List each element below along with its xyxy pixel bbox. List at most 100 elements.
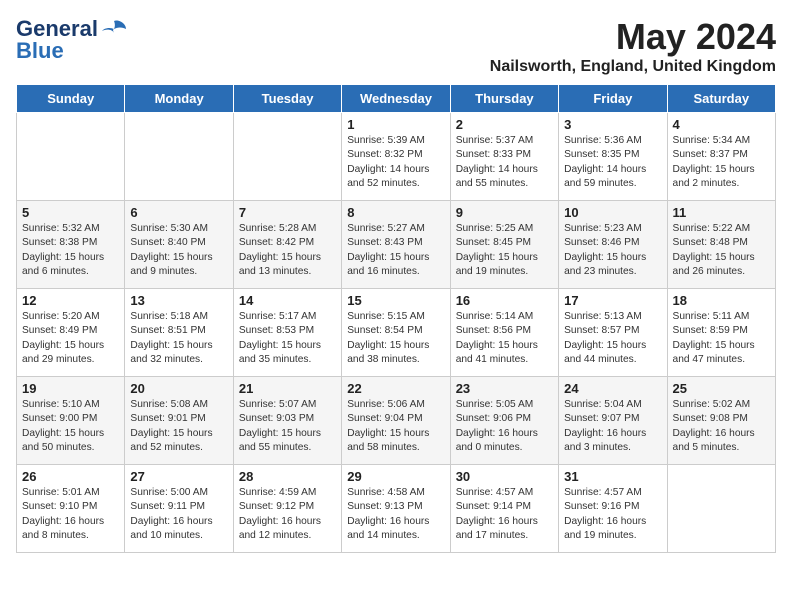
day-info: Sunrise: 5:20 AM Sunset: 8:49 PM Dayligh… (22, 310, 119, 367)
day-info: Sunrise: 5:28 AM Sunset: 8:42 PM Dayligh… (239, 222, 336, 279)
day-info: Sunrise: 5:34 AM Sunset: 8:37 PM Dayligh… (673, 134, 770, 191)
logo: General Blue (16, 16, 128, 64)
day-number: 30 (456, 469, 553, 484)
day-number: 15 (347, 293, 444, 308)
calendar-cell-2-4: 8 Sunrise: 5:27 AM Sunset: 8:43 PM Daylig… (342, 201, 450, 289)
logo-bird-icon (100, 19, 128, 39)
day-number: 14 (239, 293, 336, 308)
calendar-cell-1-3 (233, 113, 341, 201)
day-info: Sunrise: 5:11 AM Sunset: 8:59 PM Dayligh… (673, 310, 770, 367)
calendar-cell-5-7 (667, 465, 775, 553)
day-info: Sunrise: 4:57 AM Sunset: 9:16 PM Dayligh… (564, 486, 661, 543)
calendar-week-row-3: 12 Sunrise: 5:20 AM Sunset: 8:49 PM Dayli… (17, 289, 776, 377)
day-info: Sunrise: 5:07 AM Sunset: 9:03 PM Dayligh… (239, 398, 336, 455)
calendar-cell-1-5: 2 Sunrise: 5:37 AM Sunset: 8:33 PM Daylig… (450, 113, 558, 201)
day-info: Sunrise: 4:59 AM Sunset: 9:12 PM Dayligh… (239, 486, 336, 543)
day-number: 3 (564, 117, 661, 132)
calendar-cell-2-5: 9 Sunrise: 5:25 AM Sunset: 8:45 PM Daylig… (450, 201, 558, 289)
calendar-cell-4-6: 24Sunrise: 5:04 AM Sunset: 9:07 PM Dayli… (559, 377, 667, 465)
logo-blue: Blue (16, 38, 64, 64)
day-number: 5 (22, 205, 119, 220)
day-info: Sunrise: 5:22 AM Sunset: 8:48 PM Dayligh… (673, 222, 770, 279)
day-info: Sunrise: 5:14 AM Sunset: 8:56 PM Dayligh… (456, 310, 553, 367)
calendar-cell-2-7: 11 Sunrise: 5:22 AM Sunset: 8:48 PM Dayli… (667, 201, 775, 289)
calendar-cell-3-2: 13Sunrise: 5:18 AM Sunset: 8:51 PM Dayli… (125, 289, 233, 377)
day-number: 26 (22, 469, 119, 484)
day-info: Sunrise: 5:01 AM Sunset: 9:10 PM Dayligh… (22, 486, 119, 543)
day-number: 11 (673, 205, 770, 220)
day-info: Sunrise: 5:39 AM Sunset: 8:32 PM Dayligh… (347, 134, 444, 191)
calendar-cell-1-1 (17, 113, 125, 201)
calendar-cell-5-3: 28Sunrise: 4:59 AM Sunset: 9:12 PM Dayli… (233, 465, 341, 553)
weekday-header-thursday: Thursday (450, 85, 558, 113)
day-info: Sunrise: 5:17 AM Sunset: 8:53 PM Dayligh… (239, 310, 336, 367)
day-number: 23 (456, 381, 553, 396)
weekday-header-sunday: Sunday (17, 85, 125, 113)
day-info: Sunrise: 5:15 AM Sunset: 8:54 PM Dayligh… (347, 310, 444, 367)
location-title: Nailsworth, England, United Kingdom (490, 58, 776, 76)
day-info: Sunrise: 5:25 AM Sunset: 8:45 PM Dayligh… (456, 222, 553, 279)
day-number: 16 (456, 293, 553, 308)
day-number: 20 (130, 381, 227, 396)
day-number: 8 (347, 205, 444, 220)
calendar-cell-5-2: 27Sunrise: 5:00 AM Sunset: 9:11 PM Dayli… (125, 465, 233, 553)
weekday-header-wednesday: Wednesday (342, 85, 450, 113)
calendar-cell-4-7: 25Sunrise: 5:02 AM Sunset: 9:08 PM Dayli… (667, 377, 775, 465)
calendar-week-row-2: 5 Sunrise: 5:32 AM Sunset: 8:38 PM Daylig… (17, 201, 776, 289)
day-number: 9 (456, 205, 553, 220)
calendar-week-row-4: 19Sunrise: 5:10 AM Sunset: 9:00 PM Dayli… (17, 377, 776, 465)
day-number: 7 (239, 205, 336, 220)
weekday-header-friday: Friday (559, 85, 667, 113)
calendar-cell-4-2: 20 Sunrise: 5:08 AM Sunset: 9:01 PM Dayli… (125, 377, 233, 465)
calendar-cell-2-6: 10 Sunrise: 5:23 AM Sunset: 8:46 PM Dayli… (559, 201, 667, 289)
calendar-cell-5-1: 26 Sunrise: 5:01 AM Sunset: 9:10 PM Dayli… (17, 465, 125, 553)
day-info: Sunrise: 4:58 AM Sunset: 9:13 PM Dayligh… (347, 486, 444, 543)
calendar-cell-3-1: 12 Sunrise: 5:20 AM Sunset: 8:49 PM Dayli… (17, 289, 125, 377)
day-info: Sunrise: 4:57 AM Sunset: 9:14 PM Dayligh… (456, 486, 553, 543)
calendar-cell-5-6: 31Sunrise: 4:57 AM Sunset: 9:16 PM Dayli… (559, 465, 667, 553)
day-info: Sunrise: 5:04 AM Sunset: 9:07 PM Dayligh… (564, 398, 661, 455)
calendar-cell-1-2 (125, 113, 233, 201)
calendar-cell-3-7: 18Sunrise: 5:11 AM Sunset: 8:59 PM Dayli… (667, 289, 775, 377)
calendar-cell-4-1: 19Sunrise: 5:10 AM Sunset: 9:00 PM Dayli… (17, 377, 125, 465)
day-number: 13 (130, 293, 227, 308)
day-info: Sunrise: 5:27 AM Sunset: 8:43 PM Dayligh… (347, 222, 444, 279)
calendar-cell-2-3: 7 Sunrise: 5:28 AM Sunset: 8:42 PM Daylig… (233, 201, 341, 289)
day-number: 21 (239, 381, 336, 396)
calendar-cell-4-3: 21 Sunrise: 5:07 AM Sunset: 9:03 PM Dayli… (233, 377, 341, 465)
calendar-cell-5-4: 29Sunrise: 4:58 AM Sunset: 9:13 PM Dayli… (342, 465, 450, 553)
weekday-header-row: SundayMondayTuesdayWednesdayThursdayFrid… (17, 85, 776, 113)
day-number: 4 (673, 117, 770, 132)
calendar-cell-2-1: 5 Sunrise: 5:32 AM Sunset: 8:38 PM Daylig… (17, 201, 125, 289)
day-info: Sunrise: 5:02 AM Sunset: 9:08 PM Dayligh… (673, 398, 770, 455)
day-info: Sunrise: 5:37 AM Sunset: 8:33 PM Dayligh… (456, 134, 553, 191)
day-info: Sunrise: 5:10 AM Sunset: 9:00 PM Dayligh… (22, 398, 119, 455)
day-number: 10 (564, 205, 661, 220)
calendar-cell-3-3: 14 Sunrise: 5:17 AM Sunset: 8:53 PM Dayli… (233, 289, 341, 377)
calendar-cell-4-5: 23Sunrise: 5:05 AM Sunset: 9:06 PM Dayli… (450, 377, 558, 465)
calendar-cell-2-2: 6 Sunrise: 5:30 AM Sunset: 8:40 PM Daylig… (125, 201, 233, 289)
day-number: 27 (130, 469, 227, 484)
day-info: Sunrise: 5:23 AM Sunset: 8:46 PM Dayligh… (564, 222, 661, 279)
title-area: May 2024 Nailsworth, England, United Kin… (490, 16, 776, 76)
calendar-cell-5-5: 30 Sunrise: 4:57 AM Sunset: 9:14 PM Dayli… (450, 465, 558, 553)
day-number: 6 (130, 205, 227, 220)
day-number: 17 (564, 293, 661, 308)
day-number: 1 (347, 117, 444, 132)
calendar-week-row-5: 26 Sunrise: 5:01 AM Sunset: 9:10 PM Dayli… (17, 465, 776, 553)
day-info: Sunrise: 5:32 AM Sunset: 8:38 PM Dayligh… (22, 222, 119, 279)
day-info: Sunrise: 5:13 AM Sunset: 8:57 PM Dayligh… (564, 310, 661, 367)
day-number: 12 (22, 293, 119, 308)
weekday-header-saturday: Saturday (667, 85, 775, 113)
day-info: Sunrise: 5:36 AM Sunset: 8:35 PM Dayligh… (564, 134, 661, 191)
calendar-cell-3-4: 15 Sunrise: 5:15 AM Sunset: 8:54 PM Dayli… (342, 289, 450, 377)
header: General Blue May 2024 Nailsworth, Englan… (16, 16, 776, 76)
month-title: May 2024 (490, 16, 776, 58)
calendar-cell-1-6: 3 Sunrise: 5:36 AM Sunset: 8:35 PM Daylig… (559, 113, 667, 201)
day-info: Sunrise: 5:30 AM Sunset: 8:40 PM Dayligh… (130, 222, 227, 279)
calendar-table: SundayMondayTuesdayWednesdayThursdayFrid… (16, 84, 776, 553)
day-number: 2 (456, 117, 553, 132)
calendar-cell-1-4: 1 Sunrise: 5:39 AM Sunset: 8:32 PM Daylig… (342, 113, 450, 201)
day-info: Sunrise: 5:08 AM Sunset: 9:01 PM Dayligh… (130, 398, 227, 455)
calendar-week-row-1: 1 Sunrise: 5:39 AM Sunset: 8:32 PM Daylig… (17, 113, 776, 201)
